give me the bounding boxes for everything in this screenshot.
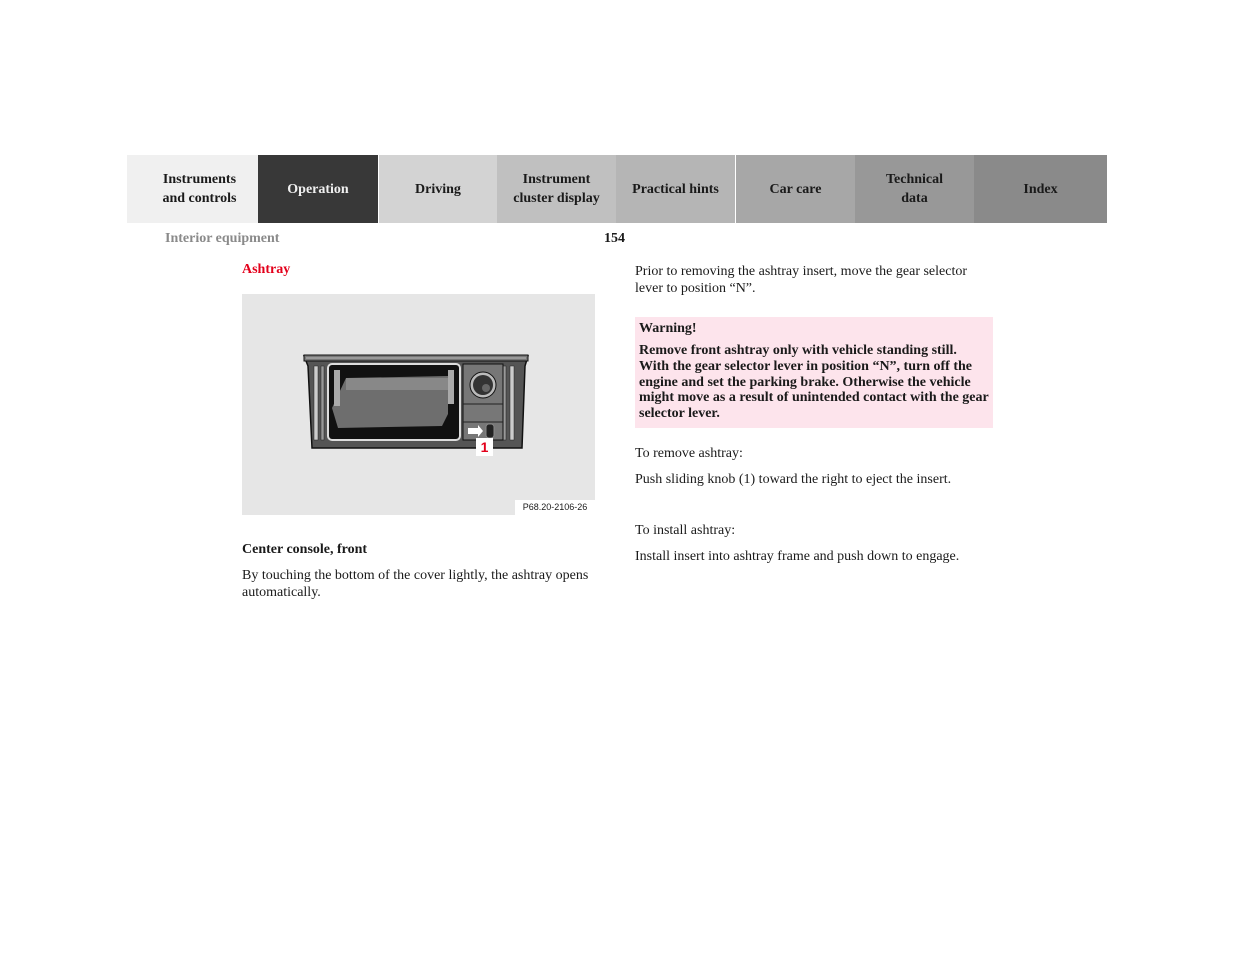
install-text: Install insert into ashtray frame and pu… bbox=[635, 549, 960, 564]
chapter-tabs: Instruments and controls Operation Drivin… bbox=[127, 155, 1107, 223]
warning-box: Warning! Remove front ashtray only with … bbox=[635, 317, 993, 428]
tab-label: and controls bbox=[162, 191, 237, 206]
tab-instrument-cluster-display[interactable]: Instrument cluster display bbox=[497, 155, 616, 223]
install-heading: To install ashtray: bbox=[635, 523, 736, 538]
section-heading: Ashtray bbox=[242, 262, 291, 277]
tab-label: cluster display bbox=[513, 191, 600, 206]
callout-number: 1 bbox=[476, 438, 493, 456]
tab-technical-data[interactable]: Technical data bbox=[855, 155, 974, 223]
tab-label: Technical bbox=[885, 172, 944, 187]
tab-driving[interactable]: Driving bbox=[378, 155, 497, 223]
tab-index[interactable]: Index bbox=[974, 155, 1107, 223]
tab-label: Instruments bbox=[162, 172, 237, 187]
tab-label: Practical hints bbox=[632, 181, 719, 197]
tab-label: Driving bbox=[415, 181, 461, 197]
remove-text: Push sliding knob (1) toward the right t… bbox=[635, 472, 952, 487]
tab-instruments-and-controls[interactable]: Instruments and controls bbox=[127, 155, 258, 223]
tab-operation[interactable]: Operation bbox=[258, 155, 378, 223]
tab-practical-hints[interactable]: Practical hints bbox=[616, 155, 735, 223]
figure-code: P68.20-2106-26 bbox=[515, 500, 595, 515]
section-label: Interior equipment bbox=[165, 231, 280, 246]
remove-heading: To remove ashtray: bbox=[635, 446, 743, 461]
body-text: By touching the bottom of the cover ligh… bbox=[242, 568, 589, 600]
tab-car-care[interactable]: Car care bbox=[735, 155, 855, 223]
ashtray-drawing bbox=[302, 354, 530, 449]
tab-label: Index bbox=[1023, 181, 1058, 197]
figure-caption: Center console, front bbox=[242, 542, 368, 557]
tab-label: Car care bbox=[769, 181, 822, 197]
warning-text: Remove front ashtray only with vehicle s… bbox=[639, 343, 989, 422]
tab-label: data bbox=[901, 191, 928, 206]
intro-text: Prior to removing the ashtray insert, mo… bbox=[635, 264, 968, 296]
warning-title: Warning! bbox=[639, 321, 697, 336]
tab-label: Operation bbox=[287, 181, 349, 197]
ashtray-illustration: 1 P68.20-2106-26 bbox=[242, 294, 595, 515]
tab-label: Instrument bbox=[522, 172, 591, 187]
page-number: 154 bbox=[604, 231, 625, 246]
